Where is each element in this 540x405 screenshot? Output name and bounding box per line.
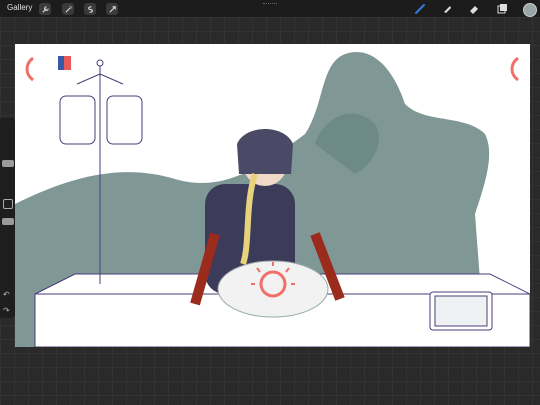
left-sidebar: ↶ ↷ xyxy=(0,118,15,318)
brush-icon[interactable] xyxy=(414,3,426,15)
opacity-slider[interactable] xyxy=(2,218,14,225)
artwork-canvas[interactable] xyxy=(15,44,530,347)
brush-size-slider[interactable] xyxy=(2,160,14,167)
artwork-illustration xyxy=(15,52,530,347)
redo-icon[interactable]: ↷ xyxy=(3,306,10,315)
magic-wand-icon[interactable] xyxy=(62,3,74,15)
transform-arrow-icon[interactable] xyxy=(106,3,118,15)
top-grab-handle[interactable] xyxy=(263,3,277,7)
color-swatch-icon[interactable] xyxy=(523,3,537,17)
eraser-icon[interactable] xyxy=(468,3,480,15)
undo-icon[interactable]: ↶ xyxy=(3,290,10,299)
selection-icon[interactable] xyxy=(84,3,96,15)
modify-button[interactable] xyxy=(3,199,13,209)
top-toolbar: Gallery xyxy=(0,0,540,18)
layers-icon[interactable] xyxy=(496,3,508,15)
wrench-icon[interactable] xyxy=(39,3,51,15)
gallery-button[interactable]: Gallery xyxy=(7,3,32,12)
smudge-icon[interactable] xyxy=(441,3,453,15)
